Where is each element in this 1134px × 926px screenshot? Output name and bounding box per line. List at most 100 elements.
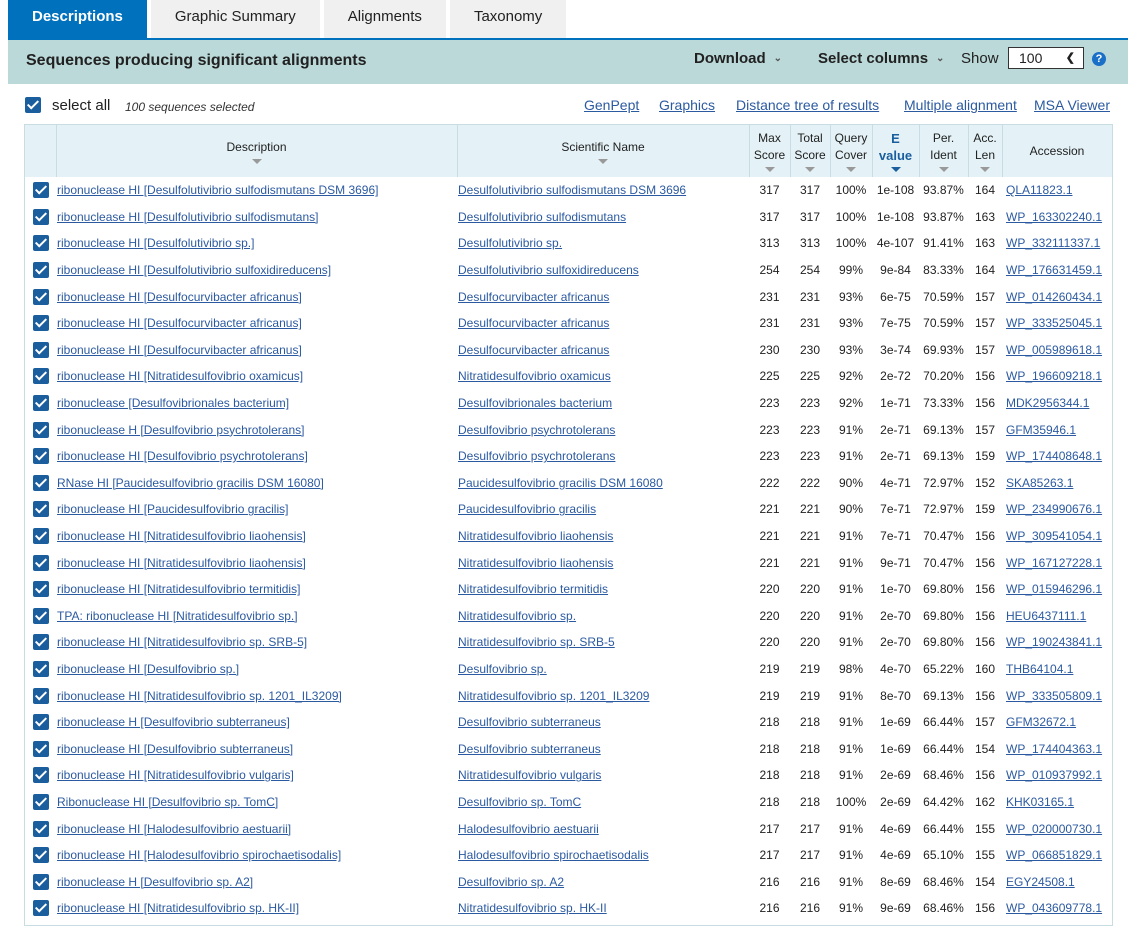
accession-link[interactable]: HEU6437111.1 <box>1006 609 1086 623</box>
row-checkbox[interactable] <box>32 421 49 438</box>
header-e-value[interactable]: Evalue <box>872 125 920 177</box>
description-link[interactable]: ribonuclease HI [Halodesulfovibrio spiro… <box>57 848 341 862</box>
scientific-name-link[interactable]: Nitratidesulfovibrio vulgaris <box>458 768 601 782</box>
description-link[interactable]: ribonuclease HI [Nitratidesulfovibrio sp… <box>57 635 307 649</box>
accession-link[interactable]: KHK03165.1 <box>1006 795 1074 809</box>
accession-link[interactable]: WP_014260434.1 <box>1006 290 1102 304</box>
row-checkbox[interactable] <box>32 634 49 651</box>
row-checkbox[interactable] <box>32 528 49 545</box>
description-link[interactable]: ribonuclease HI [Desulfolutivibrio sulfo… <box>57 210 318 224</box>
distance-tree-link[interactable]: Distance tree of results <box>736 97 879 113</box>
row-checkbox[interactable] <box>32 182 49 199</box>
scientific-name-link[interactable]: Paucidesulfovibrio gracilis <box>458 502 596 516</box>
select-columns-menu[interactable]: Select columns ⌄ <box>818 50 944 67</box>
description-link[interactable]: Ribonuclease HI [Desulfovibrio sp. TomC] <box>57 795 278 809</box>
scientific-name-link[interactable]: Nitratidesulfovibrio sp. HK-II <box>458 901 607 915</box>
msa-viewer-link[interactable]: MSA Viewer <box>1034 97 1110 113</box>
description-link[interactable]: ribonuclease HI [Desulfolutivibrio sulfo… <box>57 183 379 197</box>
description-link[interactable]: RNase HI [Paucidesulfovibrio gracilis DS… <box>57 476 324 490</box>
description-link[interactable]: ribonuclease HI [Desulfocurvibacter afri… <box>57 343 302 357</box>
description-link[interactable]: ribonuclease HI [Desulfocurvibacter afri… <box>57 290 302 304</box>
scientific-name-link[interactable]: Nitratidesulfovibrio termitidis <box>458 582 608 596</box>
scientific-name-link[interactable]: Nitratidesulfovibrio sp. <box>458 609 576 623</box>
description-link[interactable]: ribonuclease H [Desulfovibrio psychrotol… <box>57 423 304 437</box>
row-checkbox[interactable] <box>32 288 49 305</box>
description-link[interactable]: ribonuclease HI [Halodesulfovibrio aestu… <box>57 822 291 836</box>
scientific-name-link[interactable]: Desulfovibrio sp. TomC <box>458 795 581 809</box>
scientific-name-link[interactable]: Nitratidesulfovibrio sp. SRB-5 <box>458 635 615 649</box>
row-checkbox[interactable] <box>32 714 49 731</box>
scientific-name-link[interactable]: Paucidesulfovibrio gracilis DSM 16080 <box>458 476 663 490</box>
row-checkbox[interactable] <box>32 820 49 837</box>
accession-link[interactable]: WP_005989618.1 <box>1006 343 1102 357</box>
accession-link[interactable]: WP_196609218.1 <box>1006 369 1102 383</box>
scientific-name-link[interactable]: Desulfolutivibrio sulfoxidireducens <box>458 263 639 277</box>
accession-link[interactable]: WP_234990676.1 <box>1006 502 1102 516</box>
description-link[interactable]: ribonuclease HI [Nitratidesulfovibrio vu… <box>57 768 294 782</box>
description-link[interactable]: ribonuclease HI [Desulfolutivibrio sp.] <box>57 236 254 250</box>
row-checkbox[interactable] <box>32 793 49 810</box>
accession-link[interactable]: WP_163302240.1 <box>1006 210 1102 224</box>
accession-link[interactable]: GFM32672.1 <box>1006 715 1076 729</box>
scientific-name-link[interactable]: Desulfovibrio subterraneus <box>458 742 601 756</box>
row-checkbox[interactable] <box>32 660 49 677</box>
description-link[interactable]: ribonuclease HI [Nitratidesulfovibrio li… <box>57 529 306 543</box>
tab-descriptions[interactable]: Descriptions <box>8 0 147 38</box>
accession-link[interactable]: EGY24508.1 <box>1006 875 1075 889</box>
row-checkbox[interactable] <box>32 873 49 890</box>
row-checkbox[interactable] <box>32 501 49 518</box>
tab-alignments[interactable]: Alignments <box>323 0 446 38</box>
row-checkbox[interactable] <box>32 368 49 385</box>
scientific-name-link[interactable]: Desulfolutivibrio sulfodismutans DSM 369… <box>458 183 686 197</box>
scientific-name-link[interactable]: Desulfovibrio psychrotolerans <box>458 449 615 463</box>
scientific-name-link[interactable]: Desulfovibrio psychrotolerans <box>458 423 615 437</box>
scientific-name-link[interactable]: Desulfolutivibrio sp. <box>458 236 562 250</box>
accession-link[interactable]: WP_066851829.1 <box>1006 848 1102 862</box>
header-description[interactable]: Description <box>56 125 458 177</box>
description-link[interactable]: ribonuclease HI [Nitratidesulfovibrio te… <box>57 582 300 596</box>
row-checkbox[interactable] <box>32 208 49 225</box>
tab-taxonomy[interactable]: Taxonomy <box>449 0 567 38</box>
scientific-name-link[interactable]: Desulfocurvibacter africanus <box>458 343 609 357</box>
header-acc-len[interactable]: Acc. Len <box>968 125 1003 177</box>
accession-link[interactable]: WP_176631459.1 <box>1006 263 1102 277</box>
accession-link[interactable]: WP_190243841.1 <box>1006 635 1102 649</box>
row-checkbox[interactable] <box>32 581 49 598</box>
scientific-name-link[interactable]: Desulfocurvibacter africanus <box>458 290 609 304</box>
description-link[interactable]: ribonuclease HI [Paucidesulfovibrio grac… <box>57 502 288 516</box>
header-total-score[interactable]: Total Score <box>790 125 831 177</box>
description-link[interactable]: ribonuclease HI [Desulfovibrio psychroto… <box>57 449 308 463</box>
scientific-name-link[interactable]: Nitratidesulfovibrio sp. 1201_IL3209 <box>458 689 649 703</box>
select-all-checkbox[interactable] <box>25 97 41 113</box>
row-checkbox[interactable] <box>32 900 49 917</box>
accession-link[interactable]: GFM35946.1 <box>1006 423 1076 437</box>
description-link[interactable]: ribonuclease HI [Nitratidesulfovibrio sp… <box>57 689 342 703</box>
accession-link[interactable]: WP_043609778.1 <box>1006 901 1102 915</box>
row-checkbox[interactable] <box>32 262 49 279</box>
accession-link[interactable]: WP_174404363.1 <box>1006 742 1102 756</box>
accession-link[interactable]: SKA85263.1 <box>1006 476 1073 490</box>
tab-graphic-summary[interactable]: Graphic Summary <box>150 0 320 38</box>
header-scientific-name[interactable]: Scientific Name <box>457 125 750 177</box>
accession-link[interactable]: WP_309541054.1 <box>1006 529 1102 543</box>
scientific-name-link[interactable]: Nitratidesulfovibrio liaohensis <box>458 556 613 570</box>
scientific-name-link[interactable]: Halodesulfovibrio aestuarii <box>458 822 599 836</box>
scientific-name-link[interactable]: Desulfovibrio sp. <box>458 662 547 676</box>
scientific-name-link[interactable]: Halodesulfovibrio spirochaetisodalis <box>458 848 649 862</box>
header-accession[interactable]: Accession <box>1002 125 1112 177</box>
accession-link[interactable]: THB64104.1 <box>1006 662 1073 676</box>
accession-link[interactable]: MDK2956344.1 <box>1006 396 1089 410</box>
row-checkbox[interactable] <box>32 315 49 332</box>
row-checkbox[interactable] <box>32 740 49 757</box>
accession-link[interactable]: WP_174408648.1 <box>1006 449 1102 463</box>
header-max-score[interactable]: Max Score <box>749 125 791 177</box>
description-link[interactable]: ribonuclease HI [Desulfocurvibacter afri… <box>57 316 302 330</box>
scientific-name-link[interactable]: Desulfocurvibacter africanus <box>458 316 609 330</box>
description-link[interactable]: ribonuclease HI [Desulfovibrio subterran… <box>57 742 293 756</box>
description-link[interactable]: ribonuclease H [Desulfovibrio sp. A2] <box>57 875 253 889</box>
row-checkbox[interactable] <box>32 847 49 864</box>
row-checkbox[interactable] <box>32 395 49 412</box>
header-per-ident[interactable]: Per. Ident <box>919 125 969 177</box>
accession-link[interactable]: WP_332111337.1 <box>1006 236 1100 250</box>
scientific-name-link[interactable]: Nitratidesulfovibrio oxamicus <box>458 369 611 383</box>
